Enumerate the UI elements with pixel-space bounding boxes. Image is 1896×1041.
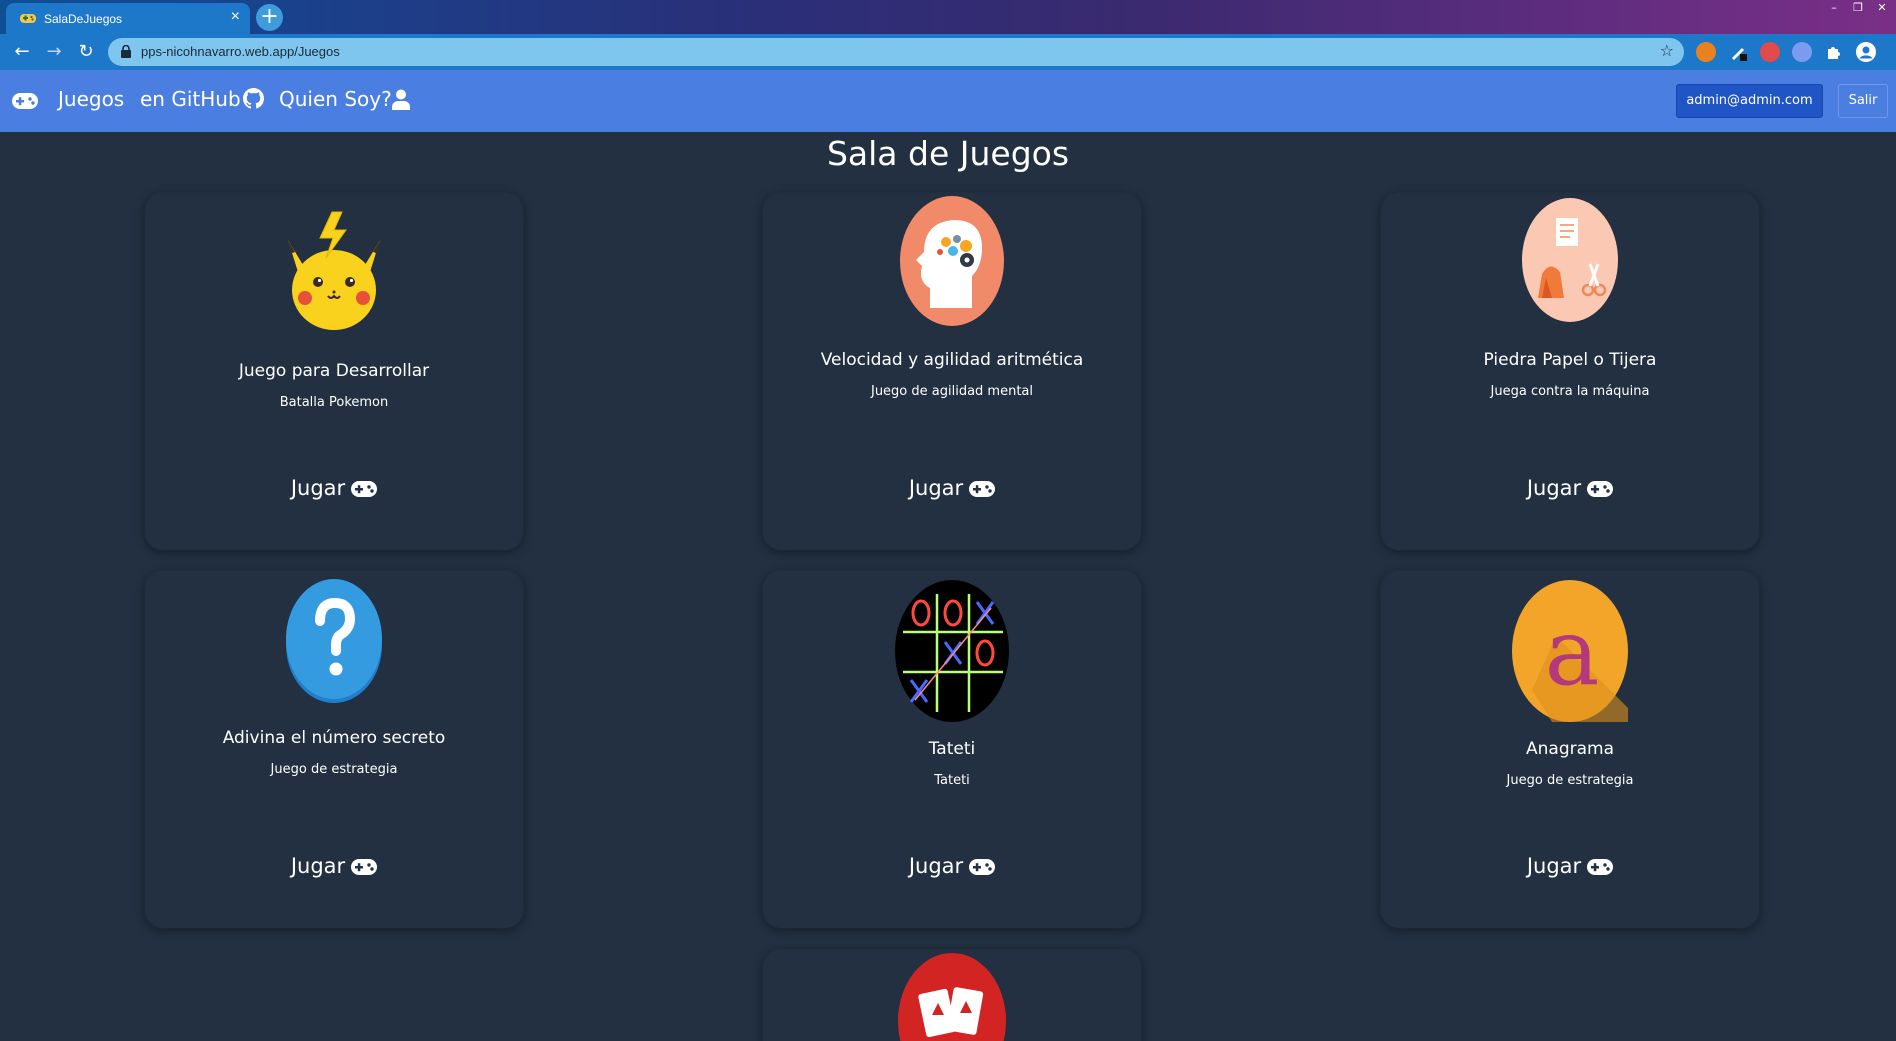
game-card[interactable] [763,950,1141,1041]
profile-avatar-icon[interactable] [1856,42,1876,62]
nav-link-quien-soy[interactable]: Quien Soy? [279,87,392,111]
address-bar[interactable]: pps-nicohnavarro.web.app/Juegos ☆ [108,38,1684,66]
game-title: Juego para Desarrollar [238,361,430,381]
question-mark-icon [286,579,382,703]
play-button[interactable]: Jugar [145,854,523,878]
game-subtitle: Juego de agilidad mental [870,384,1034,399]
gamepad-icon [969,859,996,875]
nav-link-juegos[interactable]: Juegos [58,87,124,111]
cards-icon [898,953,1006,1041]
gamepad-icon [969,481,996,497]
svg-text:a: a [1545,599,1600,706]
game-subtitle: Juego de estrategia [270,762,398,777]
pen-extension-icon[interactable] [1728,42,1748,62]
game-card[interactable]: Piedra Papel o Tijera Juega contra la má… [1381,193,1759,550]
play-button[interactable]: Jugar [763,476,1141,500]
gamepad-icon [351,481,378,497]
browser-tab-strip: SalaDeJuegos × + – ❐ ✕ [0,0,1896,34]
play-label[interactable]: Jugar [1527,854,1581,878]
game-card[interactable]: Velocidad y agilidad aritmética Juego de… [763,193,1141,550]
new-tab-button[interactable]: + [256,4,283,31]
app-navbar: Juegos en GitHub Quien Soy? [0,70,1896,132]
gamepad-brand-icon[interactable] [12,93,38,109]
minimize-window-icon[interactable]: – [1824,0,1844,16]
game-title: Velocidad y agilidad aritmética [820,350,1084,370]
user-email-button[interactable]: admin@admin.com [1676,84,1823,118]
game-card[interactable]: Juego para Desarrollar Batalla Pokemon J… [145,193,523,550]
bookmark-star-icon[interactable]: ☆ [1660,41,1674,60]
restore-window-icon[interactable]: ❐ [1848,0,1868,16]
play-label[interactable]: Jugar [909,854,963,878]
game-card[interactable]: a Anagrama Juego de estrategia Jugar [1381,571,1759,928]
brain-gears-icon [900,196,1004,326]
gamepad-icon [351,859,378,875]
play-label[interactable]: Jugar [1527,476,1581,500]
browser-tab[interactable]: SalaDeJuegos × [6,3,250,34]
browser-toolbar: ← → ↻ pps-nicohnavarro.web.app/Juegos ☆ [0,34,1896,70]
letter-a-icon: a [1512,580,1628,722]
game-card[interactable]: Adivina el número secreto Juego de estra… [145,571,523,928]
tic-tac-toe-icon [895,580,1009,722]
game-title: Adivina el número secreto [222,728,446,748]
back-icon[interactable]: ← [10,40,34,64]
user-icon[interactable] [392,89,410,110]
page-title: Sala de Juegos [826,134,1070,173]
gamepad-icon [1587,859,1614,875]
game-title: Tateti [928,739,976,759]
gamepad-favicon-icon [20,14,36,23]
play-label[interactable]: Jugar [291,854,345,878]
play-label[interactable]: Jugar [291,476,345,500]
play-button[interactable]: Jugar [763,854,1141,878]
close-tab-icon[interactable]: × [231,8,240,26]
nav-link-github[interactable]: en GitHub [140,87,241,111]
face-extension-icon[interactable] [1760,42,1780,62]
play-button[interactable]: Jugar [145,476,523,500]
game-card[interactable]: Tateti Tateti Jugar [763,571,1141,928]
game-subtitle: Tateti [934,773,970,788]
puzzle-extensions-icon[interactable] [1824,42,1844,62]
forward-icon[interactable]: → [42,40,66,64]
game-title: Anagrama [1526,739,1614,759]
play-button[interactable]: Jugar [1381,476,1759,500]
game-subtitle: Juego de estrategia [1506,773,1634,788]
metamask-extension-icon[interactable] [1696,42,1716,62]
game-subtitle: Batalla Pokemon [279,395,389,410]
gamepad-icon [1587,481,1614,497]
close-window-icon[interactable]: ✕ [1872,0,1892,16]
play-label[interactable]: Jugar [909,476,963,500]
url-text[interactable]: pps-nicohnavarro.web.app/Juegos [141,44,340,59]
reload-icon[interactable]: ↻ [74,40,98,64]
pikachu-icon [288,211,380,330]
game-subtitle: Juega contra la máquina [1490,384,1650,399]
lock-icon [121,45,131,58]
rock-paper-scissors-icon [1522,198,1618,322]
play-button[interactable]: Jugar [1381,854,1759,878]
compass-extension-icon[interactable] [1792,42,1812,62]
logout-button[interactable]: Salir [1838,84,1888,118]
game-title: Piedra Papel o Tijera [1483,350,1657,370]
browser-tab-title: SalaDeJuegos [44,12,123,26]
github-icon[interactable] [243,88,264,109]
